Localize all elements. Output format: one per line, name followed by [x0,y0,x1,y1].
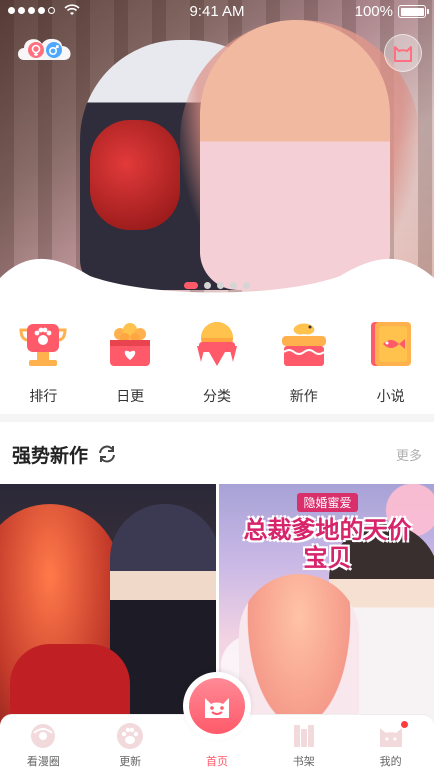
novel-book-icon [370,322,411,366]
category-novel[interactable]: 小说 [347,316,434,406]
tab-profile[interactable]: 我的 [347,715,434,770]
section-divider [0,414,434,422]
donut-icon [31,724,56,748]
daily-basket-icon [110,323,151,366]
cover-title-text: 总裁爹地的天价宝贝 [243,515,412,572]
category-new[interactable]: 新作 [260,316,347,406]
category-label: 分类 [202,389,231,405]
pager-dot[interactable] [217,282,224,289]
pager-dot[interactable] [184,282,198,289]
banner-pager[interactable] [0,282,434,289]
cover-title: 隐婚蜜爱 总裁爹地的天价宝贝 [233,492,423,572]
tab-label: 首页 [205,755,228,768]
battery-percent: 100% [354,3,393,20]
category-classify[interactable]: 分类 [174,316,261,406]
category-label: 新作 [289,389,318,405]
tab-label: 看漫圈 [26,755,60,768]
home-cat-icon [205,698,229,718]
notification-dot [400,721,408,728]
tab-bookshelf[interactable]: 书架 [260,715,347,770]
category-label: 日更 [116,389,145,405]
home-center-inner [189,678,245,734]
category-daily[interactable]: 日更 [87,316,174,406]
status-bar: 9:41 AM 100% [0,0,434,24]
category-label: 小说 [376,389,405,405]
tab-label: 我的 [379,755,402,768]
category-label: 排行 [29,389,58,405]
category-ribbon-icon [196,322,237,366]
battery-icon [398,5,429,18]
section-title: 强势新作 [12,444,89,467]
pager-dot[interactable] [230,282,237,289]
tab-label: 书架 [292,755,315,768]
category-row: 排行 日更 分类 新作 小说 [0,316,434,406]
tab-label: 更新 [119,755,142,768]
tab-updates[interactable]: 更新 [87,715,174,770]
paw-icon [117,723,144,749]
red-fur-collar [90,120,180,230]
bookshelf-icon [293,725,314,747]
cat-face-icon [394,46,412,62]
category-ranking[interactable]: 排行 [0,316,87,406]
refresh-icon[interactable] [96,443,118,465]
section-header: 强势新作 更多 [12,436,422,472]
new-cake-icon [281,323,326,366]
cat-avatar-button[interactable] [384,34,422,72]
home-center-button[interactable] [183,672,251,740]
cover-tag: 隐婚蜜爱 [297,493,358,512]
hero-wave-edge [0,258,434,300]
tab-comic-circle[interactable]: 看漫圈 [0,715,87,770]
hero-banner[interactable]: 9:41 AM 100% [0,0,434,300]
gender-switch-button[interactable] [16,34,74,64]
pager-dot[interactable] [204,282,211,289]
trophy-icon [19,324,67,366]
pager-dot[interactable] [243,282,250,289]
more-link[interactable]: 更多 [396,445,422,464]
